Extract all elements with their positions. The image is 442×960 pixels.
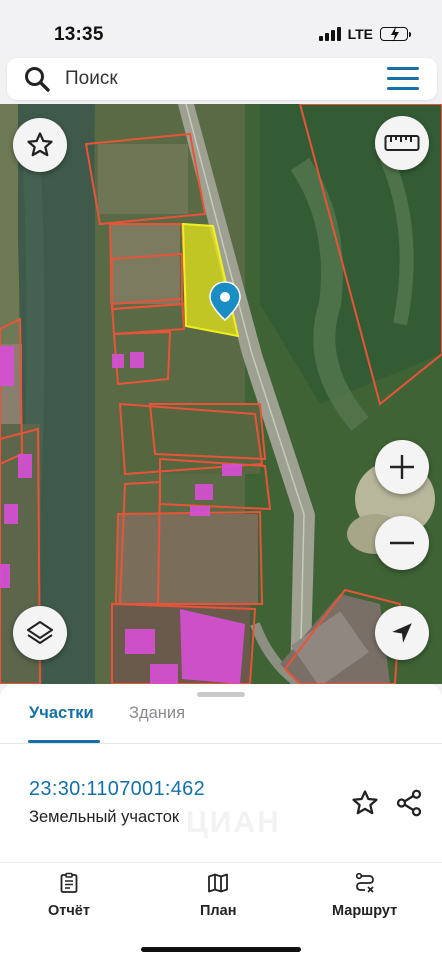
bottom-sheet: ЦИАН Участки Здания 23:30:1107001:462 Зе… bbox=[0, 684, 442, 862]
tab-buildings[interactable]: Здания bbox=[129, 704, 185, 723]
favorite-map-button[interactable] bbox=[13, 118, 67, 172]
report-clipboard-icon bbox=[60, 872, 78, 893]
zoom-in-button[interactable] bbox=[375, 440, 429, 494]
status-time: 13:35 bbox=[54, 24, 104, 45]
parcel-type: Земельный участок bbox=[29, 808, 180, 826]
sheet-tabs: Участки Здания bbox=[0, 700, 442, 744]
plus-icon bbox=[390, 455, 414, 479]
nav-route[interactable]: Маршрут bbox=[332, 871, 397, 919]
network-type: LTE bbox=[347, 26, 373, 42]
cellular-signal-icon bbox=[318, 27, 341, 41]
my-location-button[interactable] bbox=[375, 606, 429, 660]
ruler-button[interactable] bbox=[375, 116, 429, 170]
parcel-cadastral-number[interactable]: 23:30:1107001:462 bbox=[29, 778, 205, 801]
share-icon[interactable] bbox=[394, 788, 424, 818]
tab-parcels[interactable]: Участки bbox=[29, 704, 94, 723]
status-bar: 13:35 LTE bbox=[0, 0, 442, 58]
layers-icon bbox=[27, 621, 53, 644]
route-icon bbox=[355, 872, 374, 893]
ruler-icon bbox=[384, 135, 420, 151]
star-icon bbox=[27, 132, 53, 157]
divider bbox=[0, 743, 442, 744]
search-input[interactable] bbox=[65, 66, 365, 92]
sheet-drag-handle[interactable] bbox=[197, 692, 245, 697]
nav-plan-label: План bbox=[200, 903, 237, 919]
nav-report[interactable]: Отчёт bbox=[48, 871, 90, 919]
home-indicator[interactable] bbox=[141, 947, 301, 952]
layers-button[interactable] bbox=[13, 606, 67, 660]
nav-plan[interactable]: План bbox=[200, 871, 236, 919]
star-icon[interactable] bbox=[350, 788, 380, 818]
bottom-navigation: Отчёт План Маршрут bbox=[0, 862, 442, 960]
nav-report-label: Отчёт bbox=[48, 903, 90, 919]
satellite-map[interactable] bbox=[0, 104, 442, 684]
nav-route-label: Маршрут bbox=[332, 903, 398, 919]
watermark: ЦИАН bbox=[186, 806, 281, 839]
map-view[interactable] bbox=[0, 104, 442, 684]
minus-icon bbox=[390, 541, 414, 545]
status-indicators: LTE bbox=[318, 26, 411, 42]
search-bar bbox=[7, 58, 437, 100]
hamburger-menu-icon[interactable] bbox=[387, 67, 419, 91]
zoom-out-button[interactable] bbox=[375, 516, 429, 570]
navigation-arrow-icon bbox=[392, 623, 412, 643]
battery-charging-icon bbox=[380, 26, 411, 42]
search-icon[interactable] bbox=[23, 65, 51, 93]
map-plan-icon bbox=[208, 873, 229, 893]
